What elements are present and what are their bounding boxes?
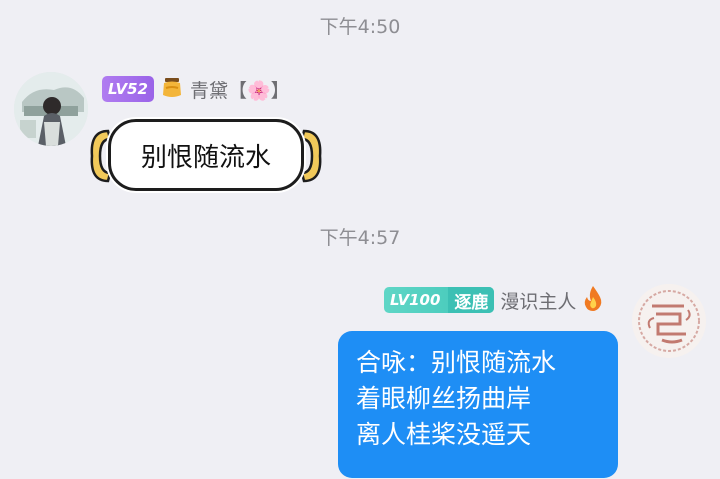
avatar[interactable] xyxy=(14,72,88,146)
message-bubble[interactable]: 合咏：别恨随流水 着眼柳丝扬曲岸 离人桂桨没遥天 xyxy=(338,331,618,478)
honey-jar-icon xyxy=(160,75,184,103)
timestamp: 下午4:57 xyxy=(319,227,401,249)
sender-info: LV52 青黛【🌸】 xyxy=(102,75,290,103)
title-tag: 逐鹿 xyxy=(448,287,495,313)
message-line: 合咏：别恨随流水 xyxy=(356,348,557,377)
level-badge: LV100 逐鹿 xyxy=(384,287,495,313)
message-line: 着眼柳丝扬曲岸 xyxy=(356,384,532,413)
avatar[interactable] xyxy=(632,284,706,358)
message-line: 离人桂桨没遥天 xyxy=(356,420,532,449)
username[interactable]: 漫识主人 xyxy=(500,287,576,314)
message-bubble[interactable]: 别恨随流水 xyxy=(108,119,304,191)
timestamp: 下午4:50 xyxy=(319,16,401,38)
sender-info: LV100 逐鹿 漫识主人 xyxy=(384,285,604,315)
level-badge: LV52 xyxy=(102,76,154,102)
username[interactable]: 青黛【🌸】 xyxy=(190,76,290,103)
chat-window: 下午4:50 LV52 青黛【🌸】 别恨随流水 下午4:57 LV100 逐鹿 … xyxy=(0,0,720,479)
flame-icon xyxy=(582,285,604,315)
level-text: LV100 xyxy=(390,291,441,309)
